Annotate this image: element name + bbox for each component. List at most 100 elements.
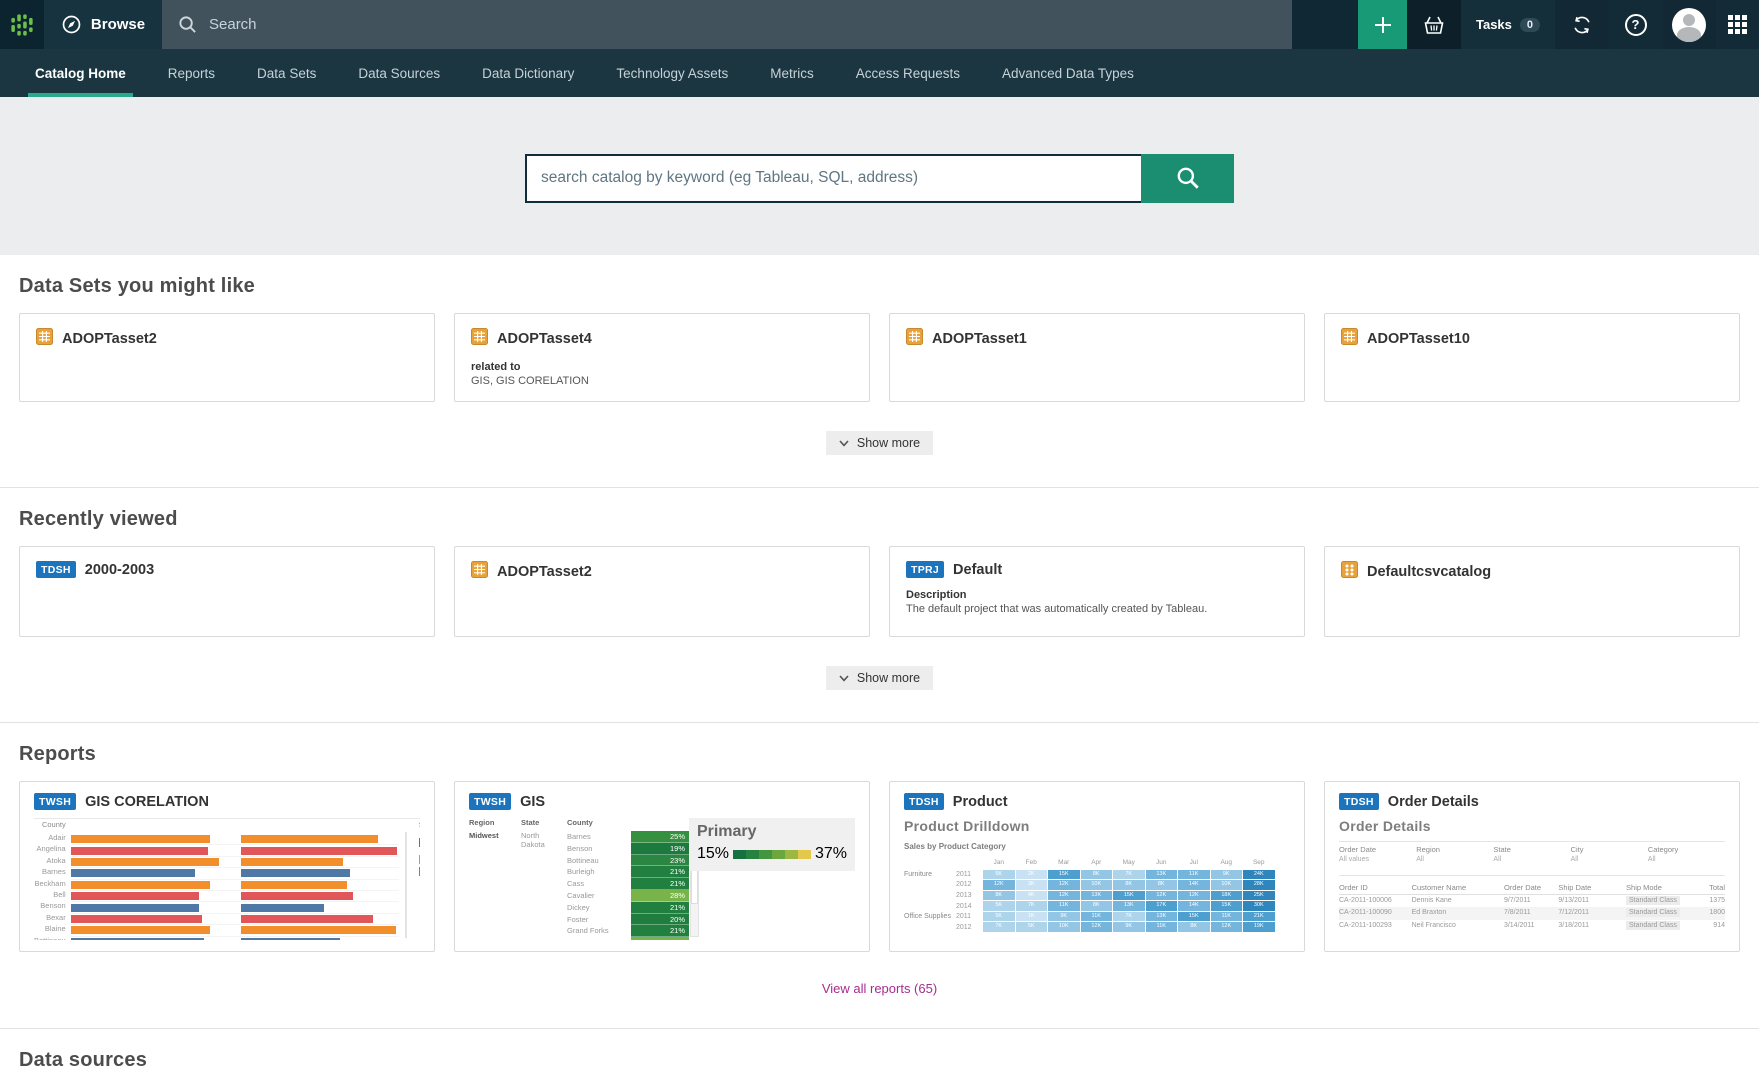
reports-card-row: TWSHGIS CORELATIONCountyAdairAngelinaAto… — [19, 781, 1740, 952]
viz-title: Product Drilldown — [904, 818, 1290, 834]
top-search-input[interactable]: Search — [162, 0, 1292, 49]
filter[interactable]: RegionAll — [1416, 845, 1493, 863]
nav-tab-technology-assets[interactable]: Technology Assets — [595, 49, 749, 97]
card-title: GIS — [520, 794, 545, 810]
order-table-thumbnail: Order DetailsOrder DateAll valuesRegionA… — [1339, 818, 1725, 932]
heatmap-cell: 14K — [1178, 880, 1210, 890]
sync-button[interactable] — [1555, 0, 1609, 49]
catalog-search-button[interactable] — [1141, 154, 1234, 203]
column-header: Ship Mode — [1626, 882, 1692, 894]
heatmap-cell: 7K — [1016, 901, 1048, 911]
heatmap-cell: 8K — [1113, 880, 1145, 890]
bar — [241, 915, 374, 923]
heatmap-cell: 7K — [1113, 912, 1145, 922]
bar — [241, 869, 350, 877]
table-cell: Dennis Kane — [1412, 895, 1504, 908]
catalog-search-input[interactable] — [525, 154, 1141, 203]
filter-value: All — [1571, 856, 1648, 863]
report-card[interactable]: TWSHGISRegionMidwestStateNorth DakotaCou… — [454, 781, 870, 952]
dataset-card[interactable]: ADOPTasset1 — [889, 313, 1305, 402]
view-all-reports-link[interactable]: View all reports (65) — [822, 981, 937, 996]
report-card[interactable]: TDSH Order Details Order DetailsOrder Date… — [1324, 781, 1740, 952]
alation-logo[interactable] — [0, 0, 44, 49]
dataset-card[interactable]: ADOPTasset2 — [19, 313, 435, 402]
color-legend: Primary15%37% — [689, 818, 855, 871]
bar-chart-row-label: Bottineau — [34, 935, 66, 940]
table-cell: Standard Class — [1626, 920, 1692, 933]
browse-button[interactable]: Browse — [44, 0, 162, 49]
table-cell: 3/18/2011 — [1558, 920, 1626, 933]
nav-tab-access-requests[interactable]: Access Requests — [835, 49, 981, 97]
legend-title: State — [419, 820, 420, 829]
basket-button[interactable] — [1407, 0, 1461, 49]
card-header: ADOPTasset2 — [471, 561, 853, 583]
recent-card[interactable]: TDSH2000-2003 — [19, 546, 435, 637]
tasks-button[interactable]: Tasks 0 — [1461, 0, 1555, 49]
heatmap-cell: 28K — [1243, 880, 1275, 890]
month-label: Apr — [1081, 858, 1113, 868]
object-type-badge: TWSH — [34, 793, 76, 810]
month-label: Jun — [1146, 858, 1178, 868]
heatmap-cell: 24K — [1243, 870, 1275, 880]
card-meta-value: The default project that was automatical… — [906, 603, 1288, 615]
filter[interactable]: CityAll — [1571, 845, 1648, 863]
scrollbar[interactable] — [405, 832, 407, 938]
filter[interactable]: Order DateAll values — [1339, 845, 1416, 863]
section-reports: Reports TWSHGIS CORELATIONCountyAdairAng… — [0, 723, 1759, 1029]
filter[interactable]: StateAll — [1493, 845, 1570, 863]
table-cell: CA-2011-100293 — [1339, 920, 1412, 933]
bar — [241, 881, 347, 889]
heatmap-cell: 15K — [1211, 901, 1243, 911]
heatmap-cell: 9K — [1211, 870, 1243, 880]
recent-card[interactable]: ADOPTasset2 — [454, 546, 870, 637]
plus-icon — [1374, 16, 1392, 34]
compose-button[interactable] — [1358, 0, 1407, 49]
legend-swatch — [419, 855, 420, 864]
filter[interactable]: CategoryAll — [1648, 845, 1725, 863]
object-type-badge: TDSH — [1339, 793, 1379, 810]
card-title: Order Details — [1388, 794, 1479, 810]
bar-track — [241, 904, 399, 912]
nav-tab-data-sources[interactable]: Data Sources — [337, 49, 461, 97]
user-menu-button[interactable] — [1662, 0, 1716, 49]
bar-track — [71, 835, 219, 843]
county-name: Burleigh — [567, 866, 631, 878]
heatmap-cell: 10K — [1211, 880, 1243, 890]
bar-track — [71, 926, 219, 934]
nav-tab-metrics[interactable]: Metrics — [749, 49, 835, 97]
dataset-card[interactable]: ADOPTasset10 — [1324, 313, 1740, 402]
dataset-card[interactable]: ADOPTasset4related toGIS, GIS CORELATION — [454, 313, 870, 402]
report-card[interactable]: TDSHProductProduct DrilldownSales by Pro… — [889, 781, 1305, 952]
recent-card[interactable]: TPRJDefaultDescriptionThe default projec… — [889, 546, 1305, 637]
nav-tab-catalog-home[interactable]: Catalog Home — [14, 49, 147, 97]
bar-chart-row — [71, 834, 399, 845]
nav-tab-reports[interactable]: Reports — [147, 49, 236, 97]
card-header: TDSH Order Details — [1339, 793, 1725, 810]
heatmap-cell: 11K — [1178, 870, 1210, 880]
hero-search-area — [0, 97, 1759, 255]
nav-tab-advanced-data-types[interactable]: Advanced Data Types — [981, 49, 1155, 97]
recent-card[interactable]: Defaultcsvcatalog — [1324, 546, 1740, 637]
show-more-datasets-button[interactable]: Show more — [826, 431, 933, 455]
bar-chart-row-label: Atoka — [34, 855, 66, 866]
nav-tab-data-dictionary[interactable]: Data Dictionary — [461, 49, 595, 97]
heatmap-cell: 9K — [1048, 912, 1080, 922]
bar-chart-row — [71, 857, 399, 868]
heatmap-grid: JanFebMarAprMayJunJulAugSepFurniture2011… — [904, 857, 1290, 933]
help-button[interactable]: ? — [1609, 0, 1662, 49]
show-more-recent-button[interactable]: Show more — [826, 666, 933, 690]
report-card[interactable]: TWSHGIS CORELATIONCountyAdairAngelinaAto… — [19, 781, 435, 952]
object-type-badge: TDSH — [36, 561, 76, 578]
bar-chart-row-label: Bell — [34, 889, 66, 900]
bar-track — [71, 938, 219, 940]
apps-grid-button[interactable] — [1716, 0, 1759, 49]
county-name: Grand Forks — [567, 925, 631, 937]
bar — [71, 915, 203, 923]
nav-tab-data-sets[interactable]: Data Sets — [236, 49, 337, 97]
county-name: Cass — [567, 878, 631, 890]
heatmap-cell: 8K — [983, 891, 1015, 901]
heatmap-cell: 19K — [1243, 922, 1275, 932]
alation-logo-icon — [9, 12, 35, 38]
category-label: Furniture — [904, 871, 956, 878]
table-cell: Ed Braxton — [1412, 907, 1504, 920]
